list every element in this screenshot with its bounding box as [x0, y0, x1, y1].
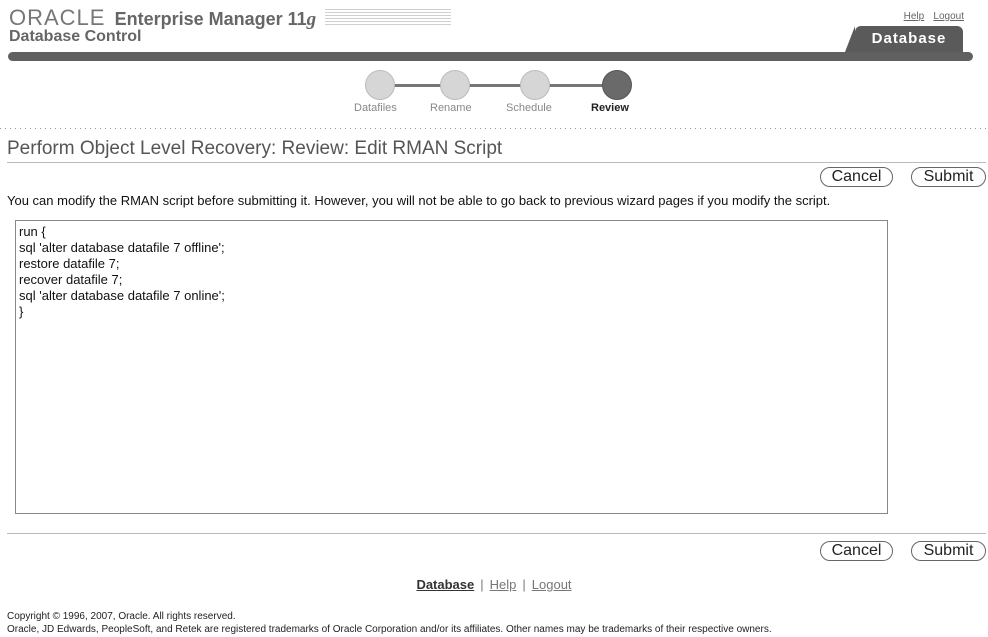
product-name: Enterprise Manager 11: [114, 9, 307, 29]
submit-button-top[interactable]: Submit: [911, 167, 986, 187]
cancel-button-bottom[interactable]: Cancel: [820, 541, 893, 561]
oracle-wordmark: ORACLE: [9, 5, 106, 30]
product-subtitle: Database Control: [9, 28, 142, 45]
footer-links: Database | Help | Logout: [0, 577, 988, 592]
page-title: Perform Object Level Recovery: Review: E…: [7, 138, 503, 159]
submit-button-bottom[interactable]: Submit: [911, 541, 986, 561]
footer-logout-link[interactable]: Logout: [532, 577, 572, 592]
footer-database-link[interactable]: Database: [416, 577, 474, 592]
copyright-text: Copyright © 1996, 2007, Oracle. All righ…: [7, 611, 236, 622]
train-step-label: Datafiles: [354, 102, 397, 114]
header: ORACLE Enterprise Manager 11g Database C…: [0, 0, 988, 68]
logout-link[interactable]: Logout: [933, 11, 964, 22]
tab-database[interactable]: Database: [845, 26, 963, 52]
help-link[interactable]: Help: [904, 11, 925, 22]
train-step-label-current: Review: [591, 102, 629, 114]
train-step-rename-marker: [440, 70, 470, 100]
footer-separator: |: [480, 577, 484, 592]
logo-stripes-decoration: [325, 9, 452, 27]
train-step-schedule-marker: [520, 70, 550, 100]
global-links: Help Logout: [898, 11, 964, 22]
cancel-button-top[interactable]: Cancel: [820, 167, 893, 187]
title-divider: [7, 162, 986, 163]
train-step-review-marker: [602, 70, 632, 100]
train-step-label: Schedule: [506, 102, 552, 114]
copyright-block: Copyright © 1996, 2007, Oracle. All righ…: [7, 610, 772, 636]
footer-help-link[interactable]: Help: [490, 577, 517, 592]
train-step-datafiles-marker: [365, 70, 395, 100]
dotted-separator: [0, 128, 988, 129]
train-step-label: Rename: [430, 102, 472, 114]
footer-separator: |: [522, 577, 526, 592]
instructions-text: You can modify the RMAN script before su…: [7, 193, 831, 208]
train-connector: [380, 84, 620, 87]
trademark-text: Oracle, JD Edwards, PeopleSoft, and Rete…: [7, 624, 772, 635]
product-version: g: [306, 9, 317, 30]
bottom-divider: [7, 533, 986, 534]
header-bar: [8, 52, 973, 61]
wizard-train: Datafiles Rename Schedule Review: [340, 70, 660, 120]
rman-script-editor[interactable]: run { sql 'alter database datafile 7 off…: [15, 220, 888, 514]
